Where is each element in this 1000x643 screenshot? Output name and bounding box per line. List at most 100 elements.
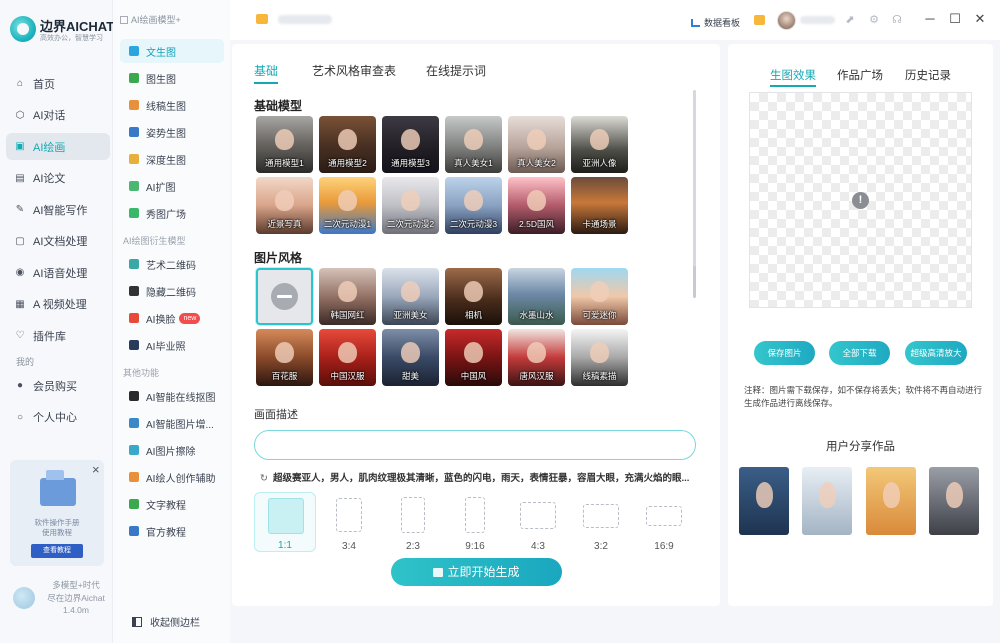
style-thumb[interactable]: 百花服	[256, 329, 313, 386]
download-all-button[interactable]: 全部下载	[829, 341, 890, 365]
subnav-item-graduation[interactable]: AI毕业照	[120, 333, 224, 357]
tab-art-style[interactable]: 艺术风格审查表	[312, 62, 396, 79]
model-thumb[interactable]: 通用模型1	[256, 116, 313, 173]
nav-item-plugins[interactable]: ♡ 插件库	[6, 322, 110, 349]
shared-work-image[interactable]	[866, 467, 916, 535]
scrollbar-track[interactable]	[693, 90, 696, 276]
view-tutorial-button[interactable]: 查看教程	[31, 544, 83, 558]
description-input[interactable]	[254, 430, 696, 460]
shared-work-image[interactable]	[802, 467, 852, 535]
model-thumb[interactable]: 亚洲人像	[571, 116, 628, 173]
ratio-option-3-2[interactable]: 3:2	[578, 492, 624, 552]
nav-item-ai-paper[interactable]: ▤ AI论文	[6, 165, 110, 192]
style-thumb[interactable]: 中国汉服	[319, 329, 376, 386]
model-thumb[interactable]: 二次元动漫1	[319, 177, 376, 234]
subnav-item-art-qrcode[interactable]: 艺术二维码	[120, 252, 224, 276]
nav-item-profile[interactable]: ○ 个人中心	[6, 404, 110, 431]
subnav-item-cutout[interactable]: AI智能在线抠图	[120, 384, 224, 408]
tab-history[interactable]: 历史记录	[905, 67, 951, 83]
save-image-button[interactable]: 保存图片	[754, 341, 815, 365]
nav-item-ai-document[interactable]: ▢ AI文档处理	[6, 228, 110, 255]
style-thumb[interactable]: 水墨山水	[508, 268, 565, 325]
subnav-item-outpaint[interactable]: AI扩图	[120, 174, 224, 198]
model-thumb[interactable]: 2.5D国风	[508, 177, 565, 234]
nav-item-home[interactable]: ⌂ 首页	[6, 70, 110, 97]
subnav-label: 姿势生图	[146, 128, 186, 140]
gear-icon[interactable]: ⚙	[868, 14, 880, 26]
share-icon[interactable]: ⬈	[844, 14, 856, 26]
shared-work-image[interactable]	[739, 467, 789, 535]
model-thumb[interactable]: 真人美女1	[445, 116, 502, 173]
ratio-label: 3:4	[342, 541, 356, 552]
subnav-list: 文生图 图生图 线稿生图 姿势生图 深度生图 AI扩图 秀图广场 AI绘图衍生模…	[120, 39, 224, 546]
style-thumb[interactable]: 相机	[445, 268, 502, 325]
nav-item-ai-voice[interactable]: ◉ AI语音处理	[6, 259, 110, 286]
style-thumb[interactable]: 亚洲美女	[382, 268, 439, 325]
subnav-item-hidden-qrcode[interactable]: 隐藏二维码	[120, 279, 224, 303]
style-none-thumb[interactable]	[256, 268, 313, 325]
collapse-sidebar-button[interactable]: 收起侧边栏	[132, 614, 200, 629]
style-thumb[interactable]: 线稿素描	[571, 329, 628, 386]
model-thumb[interactable]: 通用模型3	[382, 116, 439, 173]
title-bar: 数据看板 ⬈ ⚙ ☊ ─ ☐ ✕	[230, 0, 1000, 40]
nav-item-ai-writing[interactable]: ✎ AI智能写作	[6, 196, 110, 223]
secondary-sidebar: AI绘画模型+ 文生图 图生图 线稿生图 姿势生图 深度生图 AI扩图 秀图广场…	[113, 0, 230, 643]
nav-item-membership[interactable]: ● 会员购买	[6, 372, 110, 399]
avatar[interactable]	[777, 11, 796, 30]
main-panel: 基础 艺术风格审查表 在线提示词 基础模型 通用模型1 通用模型2 通用模型3 …	[232, 44, 720, 606]
subnav-item-image-to-image[interactable]: 图生图	[120, 66, 224, 90]
close-icon[interactable]: ×	[92, 462, 100, 477]
subnav-item-enhance[interactable]: AI智能图片增...	[120, 411, 224, 435]
subnav-item-pose[interactable]: 姿势生图	[120, 120, 224, 144]
nav-item-ai-chat[interactable]: ⬡ AI对话	[6, 102, 110, 129]
style-thumb[interactable]: 唐风汉服	[508, 329, 565, 386]
ratio-option-2-3[interactable]: 2:3	[390, 492, 436, 552]
model-thumb[interactable]: 真人美女2	[508, 116, 565, 173]
nav-item-ai-video[interactable]: ▦ A 视频处理	[6, 291, 110, 318]
subnav-label: AI换脸	[146, 314, 176, 326]
style-thumb[interactable]: 韩国网红	[319, 268, 376, 325]
refresh-icon[interactable]: ↻	[260, 473, 268, 484]
model-thumb[interactable]: 二次元动漫2	[382, 177, 439, 234]
tab-result[interactable]: 生图效果	[770, 67, 816, 87]
subnav-item-lineart[interactable]: 线稿生图	[120, 93, 224, 117]
upscale-button[interactable]: 超级高清放大	[905, 341, 967, 365]
style-thumb[interactable]: 甜美	[382, 329, 439, 386]
generate-button[interactable]: 立即开始生成	[391, 558, 562, 586]
ratio-option-4-3[interactable]: 4:3	[515, 492, 561, 552]
promo-text-line: 软件操作手册	[34, 518, 80, 527]
shared-work-image[interactable]	[929, 467, 979, 535]
ratio-option-9-16[interactable]: 9:16	[452, 492, 498, 552]
subnav-item-faceswap[interactable]: AI换脸 new	[120, 306, 224, 330]
subnav-label: AI图片擦除	[146, 446, 196, 458]
maximize-button[interactable]: ☐	[948, 12, 962, 26]
minimize-button[interactable]: ─	[923, 12, 937, 26]
nav-item-ai-paint[interactable]: ▣ AI绘画	[6, 133, 110, 160]
scrollbar-thumb[interactable]	[693, 266, 696, 298]
ratio-option-16-9[interactable]: 16:9	[641, 492, 687, 552]
style-thumb[interactable]: 中国风	[445, 329, 502, 386]
style-thumb[interactable]: 可爱迷你	[571, 268, 628, 325]
ratio-option-3-4[interactable]: 3:4	[326, 492, 372, 552]
subnav-item-erase[interactable]: AI图片擦除	[120, 438, 224, 462]
model-thumb[interactable]: 二次元动漫3	[445, 177, 502, 234]
subnav-item-creation-assist[interactable]: AI绘人创作辅助	[120, 465, 224, 489]
model-thumb[interactable]: 通用模型2	[319, 116, 376, 173]
collapse-label: 收起侧边栏	[150, 618, 200, 629]
subnav-item-text-to-image[interactable]: 文生图	[120, 39, 224, 63]
tab-online-prompts[interactable]: 在线提示词	[426, 62, 486, 79]
model-thumb[interactable]: 近景写真	[256, 177, 313, 234]
model-thumb[interactable]: 卡通场景	[571, 177, 628, 234]
prompt-suggestion[interactable]: ↻ 超级赛亚人，男人，肌肉纹理极其清晰，蓝色的闪电，雨天，表情狂暴，容眉大眼，充满…	[260, 470, 706, 484]
ratio-option-1-1[interactable]: 1:1	[254, 492, 316, 552]
subnav-item-text-tutorial[interactable]: 文字教程	[120, 492, 224, 516]
subnav-item-gallery[interactable]: 秀图广场	[120, 201, 224, 225]
gift-icon[interactable]	[754, 15, 765, 25]
tab-works-square[interactable]: 作品广场	[837, 67, 883, 83]
dashboard-link[interactable]: 数据看板	[691, 16, 740, 29]
tab-basic[interactable]: 基础	[254, 62, 279, 84]
close-window-button[interactable]: ✕	[973, 12, 987, 26]
subnav-item-official-tutorial[interactable]: 官方教程	[120, 519, 224, 543]
headset-icon[interactable]: ☊	[891, 14, 903, 26]
subnav-item-depth[interactable]: 深度生图	[120, 147, 224, 171]
